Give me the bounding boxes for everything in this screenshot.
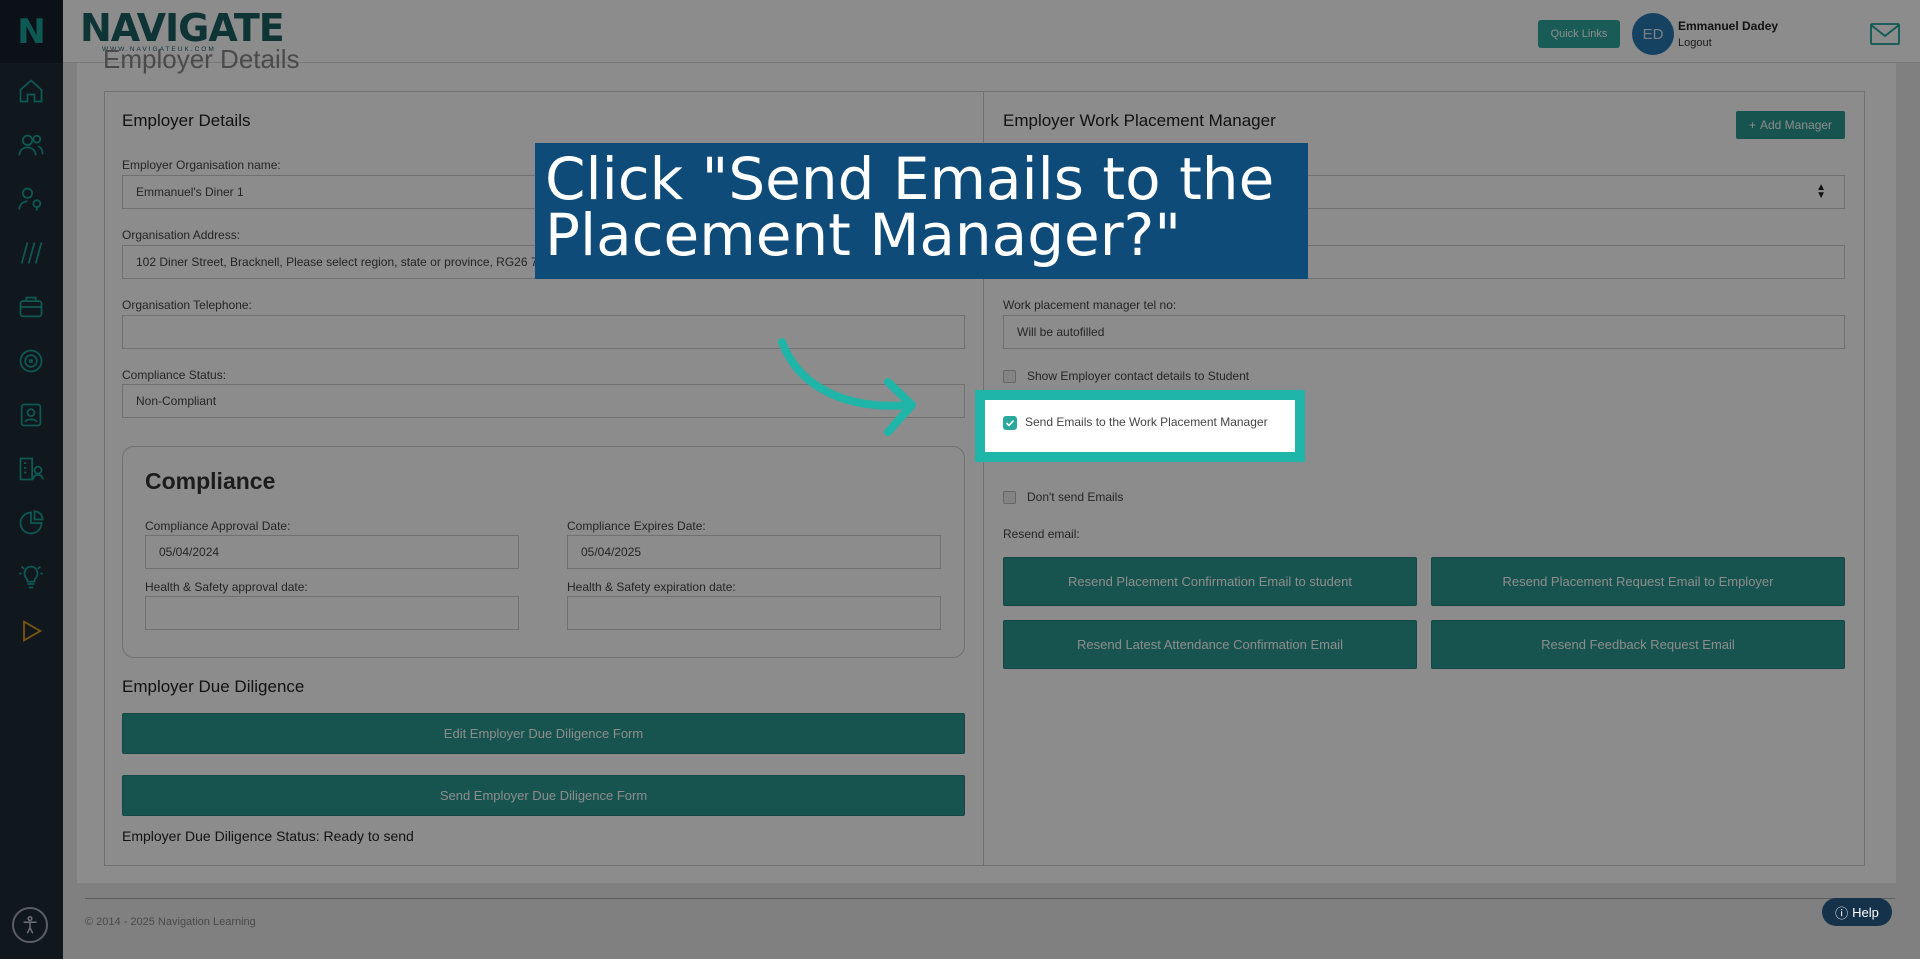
callout-arrow-icon bbox=[778, 338, 916, 436]
help-icon: ⓘ bbox=[1835, 905, 1849, 921]
send-emails-manager-label[interactable]: Send Emails to the Work Placement Manage… bbox=[1025, 415, 1268, 429]
tutorial-callout: Click "Send Emails to the Placement Mana… bbox=[535, 143, 1308, 279]
check-icon bbox=[1005, 419, 1015, 427]
send-emails-manager-checkbox[interactable] bbox=[1003, 416, 1017, 430]
help-button[interactable]: ⓘ Help bbox=[1822, 898, 1892, 926]
